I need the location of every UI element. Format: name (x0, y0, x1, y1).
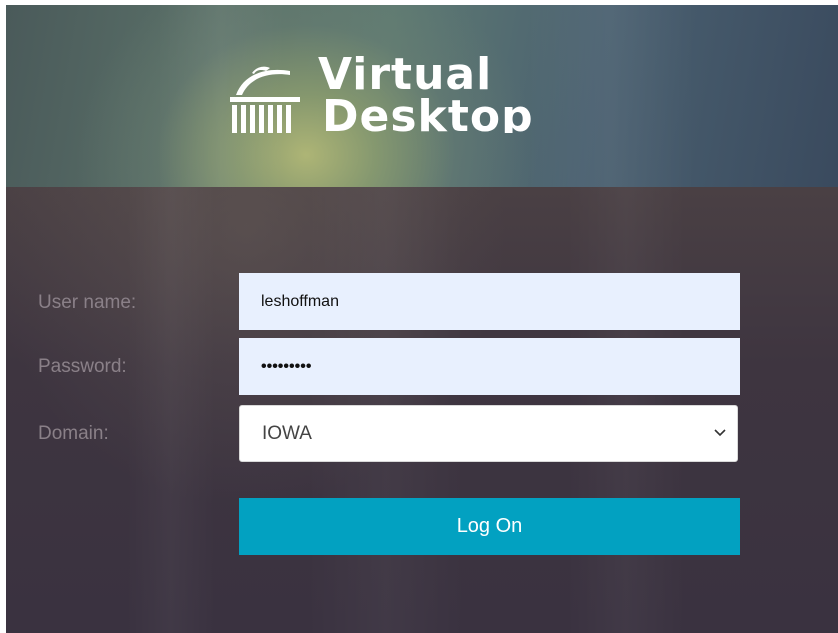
password-masked-value: ••••••••• (261, 357, 312, 375)
domain-select[interactable]: IOWA (239, 405, 738, 462)
username-label: User name: (38, 292, 137, 313)
log-on-button[interactable]: Log On (239, 498, 740, 555)
capitol-building-icon (230, 66, 300, 133)
username-field[interactable]: leshoffman (239, 273, 740, 330)
chevron-down-icon (714, 429, 726, 437)
login-page: Virtual Desktop User name: leshoffman Pa… (6, 5, 838, 633)
background-ray (126, 187, 216, 633)
log-on-label: Log On (456, 515, 523, 537)
password-field[interactable]: ••••••••• (239, 338, 740, 395)
domain-selected-value: IOWA (262, 422, 312, 444)
logo-text-line2: Desktop (322, 95, 534, 133)
logo-text-line1: Virtual (318, 49, 493, 100)
username-value: leshoffman (261, 292, 339, 310)
virtual-desktop-logo: Virtual Desktop (224, 49, 564, 144)
domain-label: Domain: (38, 423, 109, 444)
password-label: Password: (38, 356, 127, 377)
